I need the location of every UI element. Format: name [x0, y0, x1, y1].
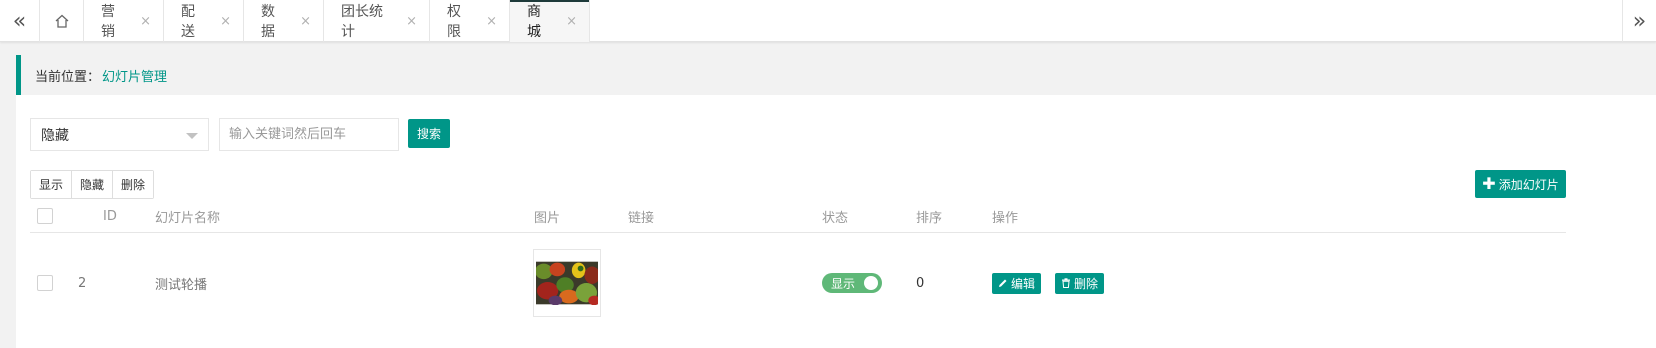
double-chevron-right-icon: »: [1632, 8, 1647, 34]
column-header-status: 状态: [822, 210, 849, 226]
tab-label: 配送: [181, 4, 195, 40]
row-sort: 0: [916, 275, 925, 291]
toggle-knob: [864, 276, 878, 290]
table-row: 2 测试轮播 显示 0 编辑 删除: [30, 233, 1566, 348]
close-icon[interactable]: ×: [406, 14, 417, 29]
breadcrumb: 当前位置： 幻灯片管理: [16, 55, 1656, 95]
edit-button[interactable]: 编辑: [992, 272, 1042, 294]
column-header-actions: 操作: [992, 210, 1019, 226]
tab-leader-stats[interactable]: 团长统计 ×: [324, 0, 430, 42]
delete-label: 删除: [1074, 276, 1099, 291]
tab-label: 团长统计: [341, 4, 383, 40]
table-header: ID 幻灯片名称 图片 链接 状态 排序 操作: [30, 199, 1566, 233]
double-chevron-left-icon: «: [12, 8, 27, 34]
close-icon[interactable]: ×: [300, 14, 311, 29]
column-header-link: 链接: [628, 210, 655, 226]
batch-hide-button[interactable]: 隐藏: [72, 171, 114, 198]
status-filter-value: 隐藏: [41, 127, 69, 144]
plus-icon: ✚: [1482, 174, 1496, 193]
batch-delete-button[interactable]: 删除: [113, 171, 154, 198]
close-icon[interactable]: ×: [486, 14, 497, 29]
close-icon[interactable]: ×: [220, 14, 231, 29]
select-all-cell: [37, 199, 53, 233]
tab-permissions[interactable]: 权限 ×: [430, 0, 510, 42]
tab-label: 权限: [447, 4, 461, 40]
tab-label: 数据: [261, 4, 275, 40]
tab-home[interactable]: [40, 0, 84, 42]
edit-label: 编辑: [1011, 276, 1036, 291]
row-actions-cell: 编辑 删除: [992, 233, 1105, 333]
column-header-id: ID: [103, 208, 117, 224]
tab-marketing[interactable]: 营销 ×: [84, 0, 164, 42]
vegetables-image: [536, 261, 598, 305]
tab-scroll-left-button[interactable]: «: [0, 0, 40, 42]
tab-label: 营销: [101, 4, 115, 40]
row-checkbox[interactable]: [37, 275, 53, 291]
add-slide-label: 添加幻灯片: [1498, 177, 1559, 192]
batch-action-group: 显示 隐藏 删除: [30, 170, 155, 199]
select-all-checkbox[interactable]: [37, 208, 53, 224]
caret-down-icon: [186, 133, 198, 139]
status-toggle[interactable]: 显示: [822, 273, 882, 293]
trash-icon: [1062, 278, 1071, 288]
row-select-cell: [37, 233, 53, 333]
row-slide-name: 测试轮播: [155, 277, 208, 293]
breadcrumb-prefix: 当前位置：: [35, 69, 101, 85]
add-slide-button[interactable]: ✚ 添加幻灯片: [1475, 170, 1566, 198]
tab-label: 商城: [527, 4, 541, 40]
close-icon[interactable]: ×: [140, 14, 151, 29]
tab-delivery[interactable]: 配送 ×: [164, 0, 244, 42]
delete-button[interactable]: 删除: [1055, 272, 1105, 294]
batch-show-button[interactable]: 显示: [31, 171, 73, 198]
row-image-cell: [533, 233, 601, 333]
tab-bar: « 营销 × 配送 × 数据 × 团长统计 × 权限 × 商城 × »: [0, 0, 1656, 42]
close-icon[interactable]: ×: [566, 14, 577, 29]
tab-data[interactable]: 数据 ×: [244, 0, 324, 42]
column-header-sort: 排序: [916, 210, 943, 226]
status-filter-select[interactable]: 隐藏: [30, 118, 209, 151]
keyword-search-input[interactable]: [219, 118, 399, 151]
slide-thumbnail[interactable]: [533, 249, 601, 317]
pencil-icon: [999, 279, 1007, 287]
tab-list: 营销 × 配送 × 数据 × 团长统计 × 权限 × 商城 ×: [40, 0, 590, 42]
row-id: 2: [78, 275, 87, 291]
row-status-cell: 显示: [822, 233, 882, 333]
column-header-name: 幻灯片名称: [155, 210, 221, 226]
home-icon: [55, 14, 68, 28]
status-toggle-label: 显示: [831, 276, 856, 291]
search-button[interactable]: 搜索: [408, 119, 450, 148]
breadcrumb-current-page[interactable]: 幻灯片管理: [102, 66, 167, 85]
column-header-image: 图片: [534, 210, 561, 226]
tab-mall-active[interactable]: 商城 ×: [510, 0, 590, 42]
tab-scroll-right-button[interactable]: »: [1622, 0, 1656, 42]
